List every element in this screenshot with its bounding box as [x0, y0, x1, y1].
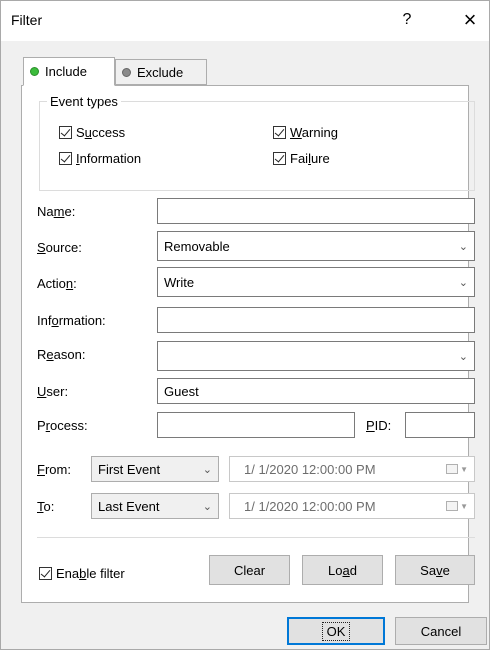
action-combo[interactable]: Write ⌄	[157, 267, 475, 297]
reason-combo[interactable]: ⌄	[157, 341, 475, 371]
pid-label: PID:	[366, 418, 392, 433]
event-types-title: Event types	[47, 94, 121, 109]
name-input[interactable]	[157, 198, 475, 224]
tab-exclude-label: Exclude	[137, 64, 184, 80]
information-input[interactable]	[157, 307, 475, 333]
failure-label: Failure	[290, 151, 330, 166]
calendar-icon: ▼	[446, 464, 468, 474]
cancel-button[interactable]: Cancel	[395, 617, 487, 645]
from-select-value: First Event	[98, 461, 161, 477]
source-value: Removable	[164, 238, 230, 254]
information-field-label: Information:	[37, 313, 106, 328]
to-select-value: Last Event	[98, 498, 160, 514]
calendar-icon: ▼	[446, 501, 468, 511]
ok-button[interactable]: OK	[287, 617, 385, 645]
enable-filter-label: Enable filter	[56, 566, 125, 581]
user-label: User:	[37, 384, 69, 399]
warning-label: Warning	[290, 125, 338, 140]
close-icon[interactable]: ×	[455, 7, 485, 35]
from-label: From:	[37, 462, 71, 477]
chevron-down-icon: ⌄	[202, 463, 212, 476]
checkbox-check-icon	[59, 126, 72, 139]
reason-label: Reason:	[37, 347, 86, 362]
tab-include-label: Include	[45, 64, 87, 79]
chevron-down-icon: ⌄	[202, 500, 212, 513]
tab-include[interactable]: Include	[23, 57, 115, 86]
to-date-value: 1/ 1/2020 12:00:00 PM	[244, 498, 376, 514]
to-select[interactable]: Last Event ⌄	[91, 493, 219, 519]
action-value: Write	[164, 274, 195, 290]
ok-button-label: OK	[321, 621, 351, 641]
information-checkbox[interactable]: Information	[59, 151, 141, 166]
clear-button[interactable]: Clear	[209, 555, 290, 585]
process-input[interactable]	[157, 412, 355, 438]
checkbox-check-icon	[273, 152, 286, 165]
information-label: Information	[76, 151, 142, 166]
process-label: Process:	[37, 418, 88, 433]
to-date-picker[interactable]: 1/ 1/2020 12:00:00 PM ▼	[229, 493, 475, 519]
help-icon[interactable]: ?	[399, 11, 415, 29]
warning-checkbox[interactable]: Warning	[273, 125, 338, 140]
from-select[interactable]: First Event ⌄	[91, 456, 219, 482]
source-combo[interactable]: Removable ⌄	[157, 231, 475, 261]
chevron-down-icon: ⌄	[458, 276, 468, 289]
from-date-value: 1/ 1/2020 12:00:00 PM	[244, 461, 376, 477]
name-label: Name:	[37, 204, 76, 219]
failure-checkbox[interactable]: Failure	[273, 151, 330, 166]
enable-filter-checkbox[interactable]: Enable filter	[39, 566, 125, 581]
divider	[37, 537, 475, 538]
save-button-label: Save	[420, 562, 450, 578]
load-button-label: Load	[328, 562, 357, 578]
load-button[interactable]: Load	[302, 555, 383, 585]
event-types-group	[39, 101, 475, 191]
from-date-picker[interactable]: 1/ 1/2020 12:00:00 PM ▼	[229, 456, 475, 482]
checkbox-check-icon	[59, 152, 72, 165]
filter-dialog: Filter ? × Include Exclude Event types S…	[0, 0, 490, 650]
to-label: To:	[37, 499, 55, 514]
save-button[interactable]: Save	[395, 555, 475, 585]
success-label: Success	[76, 125, 126, 140]
chevron-down-icon: ⌄	[458, 350, 468, 363]
pid-input[interactable]	[405, 412, 475, 438]
source-label: Source:	[37, 240, 82, 255]
success-checkbox[interactable]: Success	[59, 125, 125, 140]
title-bar	[1, 1, 489, 41]
tab-exclude[interactable]: Exclude	[115, 59, 207, 85]
action-label: Action:	[37, 276, 77, 291]
status-dot-icon	[122, 67, 131, 77]
checkbox-check-icon	[273, 126, 286, 139]
user-input[interactable]: Guest	[157, 378, 475, 404]
status-dot-icon	[30, 67, 39, 76]
chevron-down-icon: ⌄	[458, 240, 468, 253]
dialog-title: Filter	[11, 12, 43, 28]
checkbox-check-icon	[39, 567, 52, 580]
